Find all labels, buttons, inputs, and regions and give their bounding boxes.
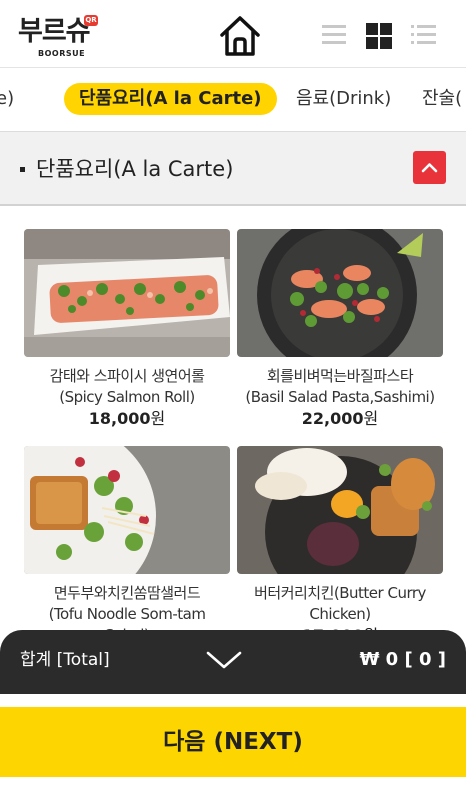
app-header: 부르슈 BOORSUE QR — [0, 0, 466, 68]
menu-item-photo[interactable] — [24, 229, 230, 357]
menu-item-name-ko: 버터커리치킨(Butter Curry — [254, 584, 426, 602]
price-value: 18,000 — [88, 409, 151, 428]
detail-list-view-button[interactable] — [410, 22, 438, 48]
menu-item-name-en: (Basil Salad Pasta,Sashimi) — [245, 388, 435, 406]
tab-drink[interactable]: 음료(Drink) — [296, 83, 391, 115]
logo-subtext: BOORSUE — [38, 49, 86, 58]
collapse-button[interactable] — [413, 151, 446, 184]
tab-previous[interactable]: are) — [0, 83, 14, 115]
menu-item-price: 22,000원 — [237, 408, 443, 429]
menu-item-price: 18,000원 — [24, 408, 230, 429]
brand-logo[interactable]: 부르슈 BOORSUE QR — [18, 15, 100, 59]
price-value: 22,000 — [301, 409, 364, 428]
order-total-bar[interactable]: 합계 [Total] ₩ 0 [ 0 ] — [0, 630, 466, 694]
footer: 다음 (NEXT) — [0, 694, 466, 785]
logo-text: 부르슈 — [18, 16, 91, 47]
total-amount: ₩ 0 [ 0 ] — [359, 649, 446, 670]
chevron-down-icon — [206, 651, 242, 669]
tab-a-la-carte[interactable]: 단품요리(A la Carte) — [64, 83, 277, 115]
list-view-button[interactable] — [320, 22, 348, 48]
chevron-up-icon — [421, 163, 438, 173]
price-currency: 원 — [150, 409, 166, 428]
menu-item-photo[interactable] — [24, 446, 230, 574]
menu-item-name-ko: 회를비벼먹는바질파스타 — [266, 367, 414, 385]
menu-item-name-ko: 감태와 스파이시 생연어롤 — [49, 367, 205, 385]
menu-item-name-en: (Tofu Noodle Som-tam — [48, 605, 206, 623]
grid-view-button[interactable] — [365, 22, 393, 49]
price-currency: 원 — [363, 409, 379, 428]
home-button[interactable] — [217, 13, 263, 59]
section-header: 단품요리(A la Carte) — [0, 131, 466, 206]
tab-next[interactable]: 잔술( — [422, 83, 462, 115]
category-tabs: are) 단품요리(A la Carte) 음료(Drink) 잔술( — [0, 69, 466, 131]
next-button[interactable]: 다음 (NEXT) — [0, 707, 466, 777]
expand-cart-button[interactable] — [205, 648, 243, 672]
menu-item-photo[interactable] — [237, 229, 443, 357]
menu-item-name-en: Chicken) — [309, 605, 371, 623]
section-title: 단품요리(A la Carte) — [36, 157, 234, 181]
menu-item-name-en: (Spicy Salmon Roll) — [59, 388, 195, 406]
logo-qr-badge: QR — [84, 15, 98, 26]
total-label: 합계 [Total] — [20, 650, 110, 670]
home-icon — [220, 16, 260, 56]
section-bullet — [20, 167, 25, 172]
menu-item-name-ko: 면두부와치킨쏨땀샐러드 — [53, 584, 201, 602]
menu-item-photo[interactable] — [237, 446, 443, 574]
